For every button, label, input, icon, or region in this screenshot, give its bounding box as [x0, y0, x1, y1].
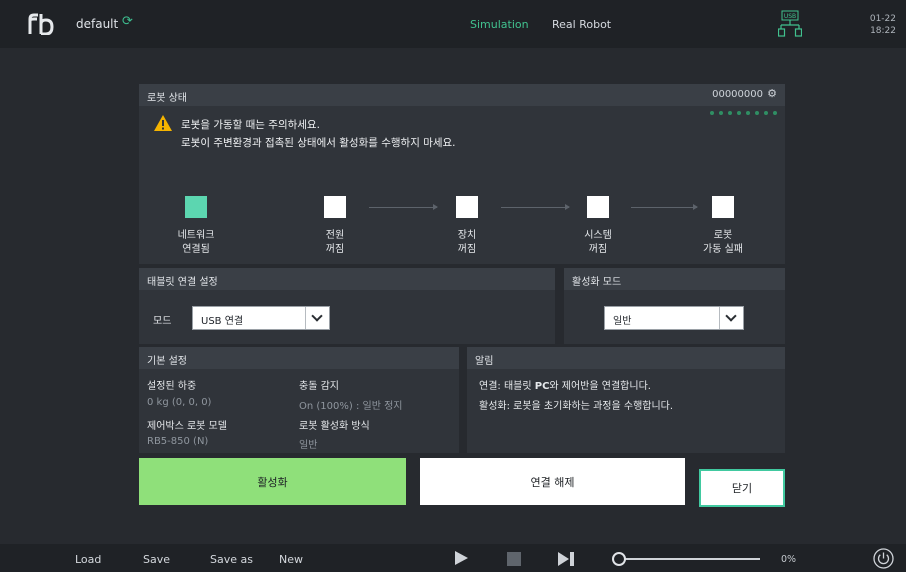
activation-mode-panel: 활성화 모드 일반	[564, 268, 785, 344]
program-name[interactable]: default	[76, 17, 118, 31]
robot-model-value: RB5-850 (N)	[147, 436, 209, 447]
tablet-connection-header: 태블릿 연결 설정	[139, 268, 555, 290]
warning-icon	[154, 115, 172, 131]
robot-status-header: 로봇 상태 00000000 ⚙	[139, 84, 785, 106]
bottom-bar: Load Save Save as New 0%	[0, 544, 906, 572]
activation-method-value: 일반	[299, 440, 318, 451]
save-as-button[interactable]: Save as	[210, 553, 253, 566]
new-button[interactable]: New	[279, 553, 303, 566]
status-indicator-dots	[710, 111, 777, 115]
speed-percent: 0%	[781, 554, 797, 565]
step-system-indicator	[587, 196, 609, 218]
warning-text-2: 로봇이 주변환경과 접촉된 상태에서 활성화를 수행하지 마세요.	[181, 137, 456, 149]
warning-text-1: 로봇을 가동할 때는 주의하세요.	[181, 119, 320, 131]
collision-value: On (100%) : 일반 정지	[299, 401, 403, 412]
robot-status-title: 로봇 상태	[147, 93, 187, 104]
step-arrow	[369, 204, 438, 210]
step-robot-label: 로봇 가동 실패	[703, 230, 743, 255]
collision-label: 충돌 감지	[299, 381, 339, 392]
notice-title: 알림	[475, 356, 494, 367]
step-device-indicator	[456, 196, 478, 218]
activation-mode-header: 활성화 모드	[564, 268, 785, 290]
save-button[interactable]: Save	[143, 553, 170, 566]
payload-label: 설정된 하중	[147, 381, 197, 392]
step-robot-indicator	[712, 196, 734, 218]
step-network-label: 네트워크 연결됨	[177, 230, 215, 255]
connection-mode-select[interactable]: USB 연결	[192, 306, 330, 330]
step-arrow	[501, 204, 570, 210]
step-network-indicator	[185, 196, 207, 218]
robot-status-panel: 로봇 상태 00000000 ⚙ 로봇을 가동할 때는 주의하세요. 로봇이 주…	[139, 84, 785, 264]
basic-settings-title: 기본 설정	[147, 356, 187, 367]
mode-label: 모드	[153, 316, 172, 327]
power-icon[interactable]	[873, 548, 894, 569]
usb-connection-icon: USB	[778, 10, 802, 37]
simulation-mode-tab[interactable]: Simulation	[470, 18, 529, 31]
tablet-connection-title: 태블릿 연결 설정	[147, 277, 218, 288]
reload-icon[interactable]: ⟳	[122, 14, 133, 29]
play-icon[interactable]	[455, 551, 468, 565]
activation-mode-value: 일반	[613, 316, 632, 327]
notice-panel: 알림 연결: 태블릿 PC와 제어반을 연결합니다. 활성화: 로봇을 초기화하…	[467, 347, 785, 453]
activation-mode-title: 활성화 모드	[572, 277, 622, 288]
disconnect-button[interactable]: 연결 해제	[420, 458, 685, 505]
datetime: 01-22 18:22	[862, 13, 896, 37]
chevron-down-icon[interactable]	[719, 307, 743, 329]
step-arrow	[631, 204, 698, 210]
step-device-label: 장치 꺼짐	[457, 230, 477, 255]
load-button[interactable]: Load	[75, 553, 101, 566]
basic-settings-panel: 기본 설정 설정된 하중 0 kg (0, 0, 0) 제어박스 로봇 모델 R…	[139, 347, 459, 453]
close-button[interactable]: 닫기	[699, 469, 785, 507]
stop-icon[interactable]	[507, 552, 521, 566]
robot-model-label: 제어박스 로봇 모델	[147, 421, 227, 432]
notice-line-2: 활성화: 로봇을 초기화하는 과정을 수행합니다.	[479, 401, 674, 412]
notice-header: 알림	[467, 347, 785, 369]
activate-button[interactable]: 활성화	[139, 458, 406, 505]
time: 18:22	[870, 26, 896, 36]
serial-number: 00000000	[712, 89, 763, 100]
usb-label: USB	[784, 13, 796, 20]
chevron-down-icon[interactable]	[305, 307, 329, 329]
payload-value: 0 kg (0, 0, 0)	[147, 397, 212, 408]
notice-line-1: 연결: 태블릿 PC와 제어반을 연결합니다.	[479, 381, 651, 392]
step-power-label: 전원 꺼짐	[325, 230, 345, 255]
speed-slider-track[interactable]	[622, 558, 760, 560]
top-bar: default ⟳ Simulation Real Robot USB 01-2…	[0, 0, 906, 48]
step-system-label: 시스템 꺼짐	[584, 230, 612, 255]
tablet-connection-panel: 태블릿 연결 설정 모드 USB 연결	[139, 268, 555, 344]
date: 01-22	[869, 14, 896, 24]
step-power-indicator	[324, 196, 346, 218]
gear-icon[interactable]: ⚙	[767, 87, 777, 100]
real-robot-mode-tab[interactable]: Real Robot	[552, 18, 611, 31]
rainbow-robotics-logo	[28, 13, 54, 35]
activation-method-label: 로봇 활성화 방식	[299, 421, 370, 432]
speed-slider-handle[interactable]	[612, 552, 626, 566]
activation-mode-select[interactable]: 일반	[604, 306, 744, 330]
step-forward-icon[interactable]	[557, 551, 577, 567]
basic-settings-header: 기본 설정	[139, 347, 459, 369]
connection-mode-value: USB 연결	[201, 316, 244, 327]
